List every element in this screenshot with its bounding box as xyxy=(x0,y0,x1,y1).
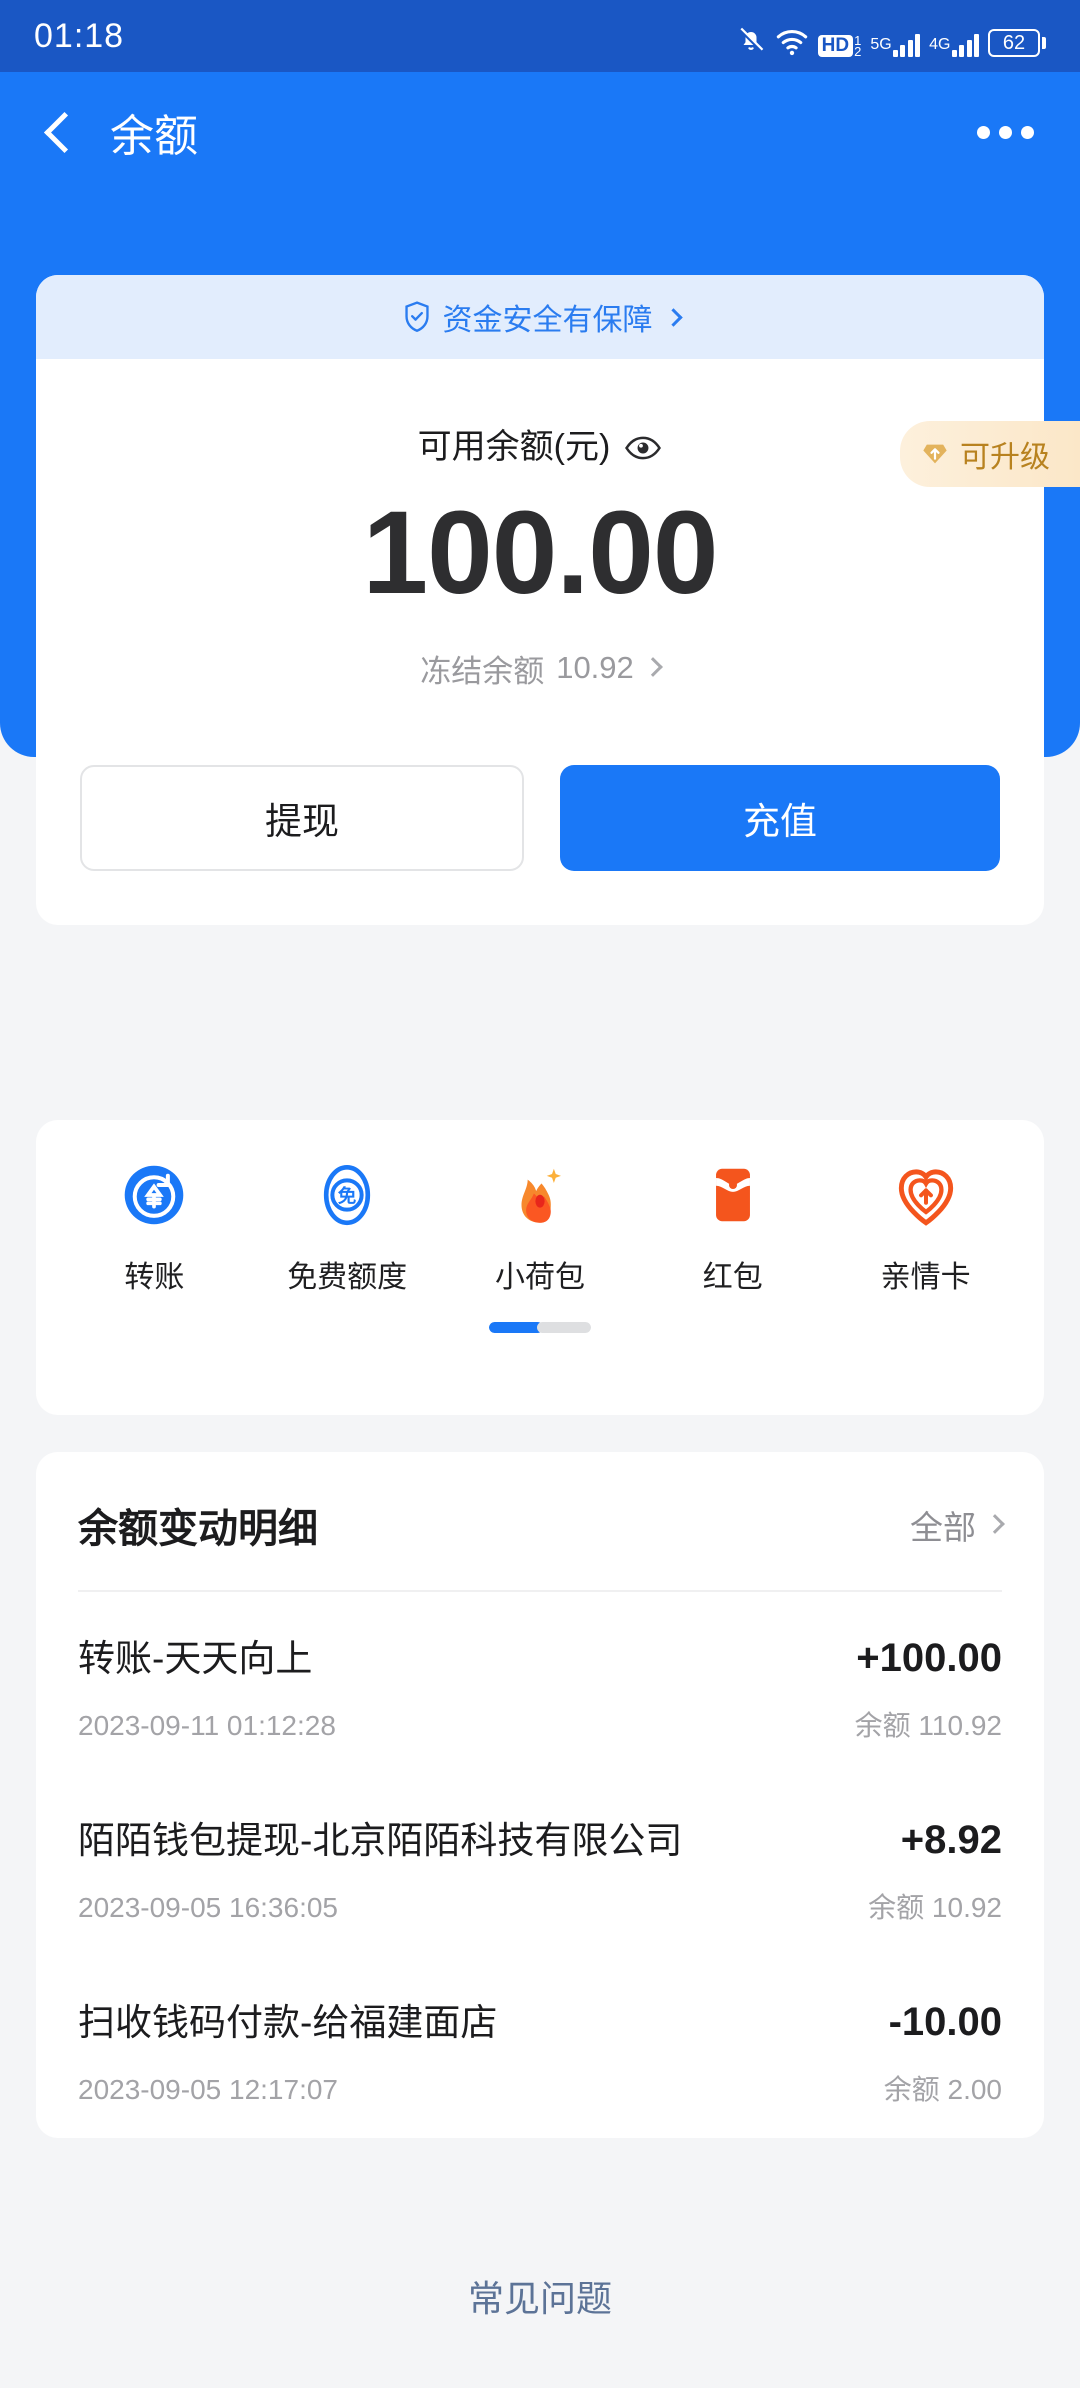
transaction-name: 转账-天天向上 xyxy=(78,1638,313,1679)
free-quota-icon: 免 xyxy=(310,1158,384,1232)
signal-bars-2 xyxy=(951,33,979,57)
hd-label: HD xyxy=(817,35,854,57)
signal-4g-icon: 4G xyxy=(929,33,979,57)
hd-call-icon: HD 1 2 xyxy=(817,34,862,59)
transaction-amount: -10.00 xyxy=(888,2000,1002,2044)
balance-body: 可升级 可用余额(元) 100.00 冻结余额 10.92 提现 充值 xyxy=(36,359,1080,925)
signal-5g-icon: 5G xyxy=(870,33,921,57)
transaction-name: 扫收钱码付款-给福建面店 xyxy=(78,2002,498,2043)
quick-actions-row: 转账 免 免费额度 小荷包 红包 亲情卡 xyxy=(36,1120,1044,1296)
sim2-label: 2 xyxy=(854,44,862,59)
transaction-time: 2023-09-05 12:17:07 xyxy=(78,2074,338,2105)
table-row[interactable]: 转账-天天向上 +100.00 2023-09-11 01:12:28 余额 1… xyxy=(78,1592,1002,1774)
transaction-name: 陌陌钱包提现-北京陌陌科技有限公司 xyxy=(78,1820,683,1861)
faq-link[interactable]: 常见问题 xyxy=(0,2270,1080,2322)
svg-text:免: 免 xyxy=(338,1186,357,1208)
transaction-sub-line: 2023-09-05 12:17:07 余额 2.00 xyxy=(78,2068,1002,2108)
transaction-balance: 余额 10.92 xyxy=(868,1892,1002,1923)
battery-tip xyxy=(1042,37,1046,49)
balance-actions: 提现 充值 xyxy=(36,691,1044,925)
quick-action-transfer[interactable]: 转账 xyxy=(58,1158,251,1296)
status-bar: 01:18 HD 1 2 5G 4G 62 xyxy=(0,0,1080,72)
transaction-balance: 余额 110.92 xyxy=(854,1710,1002,1741)
quick-action-family-card[interactable]: 亲情卡 xyxy=(829,1158,1022,1296)
frozen-balance-value: 10.92 xyxy=(556,650,634,685)
quick-actions-pager[interactable] xyxy=(489,1322,591,1333)
transactions-view-all-label: 全部 xyxy=(910,1509,976,1546)
battery-icon: 62 xyxy=(988,29,1046,57)
transaction-time: 2023-09-11 01:12:28 xyxy=(78,1710,336,1741)
quick-actions-card: 转账 免 免费额度 小荷包 红包 亲情卡 xyxy=(36,1120,1044,1415)
sim-stack: 1 2 xyxy=(854,34,862,59)
fund-safety-banner[interactable]: 资金安全有保障 xyxy=(36,275,1044,359)
table-row[interactable]: 扫收钱码付款-给福建面店 -10.00 2023-09-05 12:17:07 … xyxy=(78,1956,1002,2138)
quick-action-label: 小荷包 xyxy=(494,1261,585,1294)
transactions-view-all[interactable]: 全部 xyxy=(910,1501,1005,1549)
net1-label: 5G xyxy=(870,36,892,53)
table-row[interactable]: 陌陌钱包提现-北京陌陌科技有限公司 +8.92 2023-09-05 16:36… xyxy=(78,1774,1002,1956)
transaction-amount: +8.92 xyxy=(900,1818,1002,1862)
frozen-balance-row[interactable]: 冻结余额 10.92 xyxy=(36,646,1044,691)
eye-icon[interactable] xyxy=(624,431,662,459)
balance-card: 资金安全有保障 可升级 可用余额(元) 100.00 冻结余额 10.92 提现… xyxy=(36,275,1080,925)
transaction-main-line: 扫收钱码付款-给福建面店 -10.00 xyxy=(78,1992,1002,2046)
recharge-button[interactable]: 充值 xyxy=(560,764,1000,871)
quick-action-pocket[interactable]: 小荷包 xyxy=(444,1158,637,1296)
gem-upgrade-icon xyxy=(920,440,950,468)
available-balance-row: 可用余额(元) xyxy=(36,419,1044,468)
quick-action-red-packet[interactable]: 红包 xyxy=(636,1158,829,1296)
transaction-balance: 余额 2.00 xyxy=(883,2074,1002,2105)
frozen-balance-label: 冻结余额 xyxy=(420,653,545,689)
transactions-header: 余额变动明细 全部 xyxy=(78,1452,1005,1592)
status-icons: HD 1 2 5G 4G 62 xyxy=(736,15,1046,59)
transaction-time: 2023-09-05 16:36:05 xyxy=(78,1892,338,1923)
withdraw-button[interactable]: 提现 xyxy=(80,764,524,871)
nav-bar: 余额 xyxy=(0,72,1080,192)
back-chevron-icon[interactable] xyxy=(36,109,82,155)
net2-label: 4G xyxy=(929,36,951,53)
battery-level: 62 xyxy=(988,29,1040,57)
quick-action-label: 免费额度 xyxy=(287,1261,408,1294)
bell-muted-icon xyxy=(736,23,766,57)
more-dots-icon[interactable] xyxy=(967,116,1044,149)
shield-check-icon xyxy=(401,300,433,334)
family-card-heart-icon xyxy=(889,1158,963,1232)
transaction-main-line: 转账-天天向上 +100.00 xyxy=(78,1628,1002,1682)
signal-bars-1 xyxy=(892,33,921,57)
pager-dot-active xyxy=(489,1322,543,1333)
upgrade-badge[interactable]: 可升级 xyxy=(900,421,1080,487)
pocket-flame-icon xyxy=(503,1158,577,1232)
transaction-amount: +100.00 xyxy=(856,1636,1002,1680)
transfer-yuan-icon xyxy=(117,1158,191,1232)
available-balance-label: 可用余额(元) xyxy=(417,428,611,466)
chevron-right-icon xyxy=(642,657,663,677)
status-time: 01:18 xyxy=(34,16,125,55)
upgrade-badge-label: 可升级 xyxy=(960,441,1050,474)
red-packet-icon xyxy=(696,1158,770,1232)
page-title: 余额 xyxy=(110,112,198,161)
wifi-icon xyxy=(775,27,809,57)
quick-action-free-quota[interactable]: 免 免费额度 xyxy=(251,1158,444,1296)
chevron-right-icon xyxy=(663,307,683,327)
chevron-right-icon xyxy=(985,1514,1005,1534)
transaction-main-line: 陌陌钱包提现-北京陌陌科技有限公司 +8.92 xyxy=(78,1810,1002,1864)
transactions-card: 余额变动明细 全部 转账-天天向上 +100.00 2023-09-11 01:… xyxy=(36,1452,1044,2138)
balance-screen: 01:18 HD 1 2 5G 4G 62 余额 资金安全有保障 可升级 可用余… xyxy=(0,0,1080,2388)
pager-dot-inactive xyxy=(537,1322,591,1333)
balance-amount: 100.00 xyxy=(362,487,719,619)
quick-action-label: 转账 xyxy=(124,1261,185,1294)
quick-action-label: 红包 xyxy=(702,1261,763,1294)
transaction-sub-line: 2023-09-05 16:36:05 余额 10.92 xyxy=(78,1886,1002,1926)
transaction-sub-line: 2023-09-11 01:12:28 余额 110.92 xyxy=(78,1704,1002,1744)
transactions-title: 余额变动明细 xyxy=(78,1507,318,1551)
quick-action-label: 亲情卡 xyxy=(880,1261,971,1294)
fund-safety-label: 资金安全有保障 xyxy=(442,304,653,337)
